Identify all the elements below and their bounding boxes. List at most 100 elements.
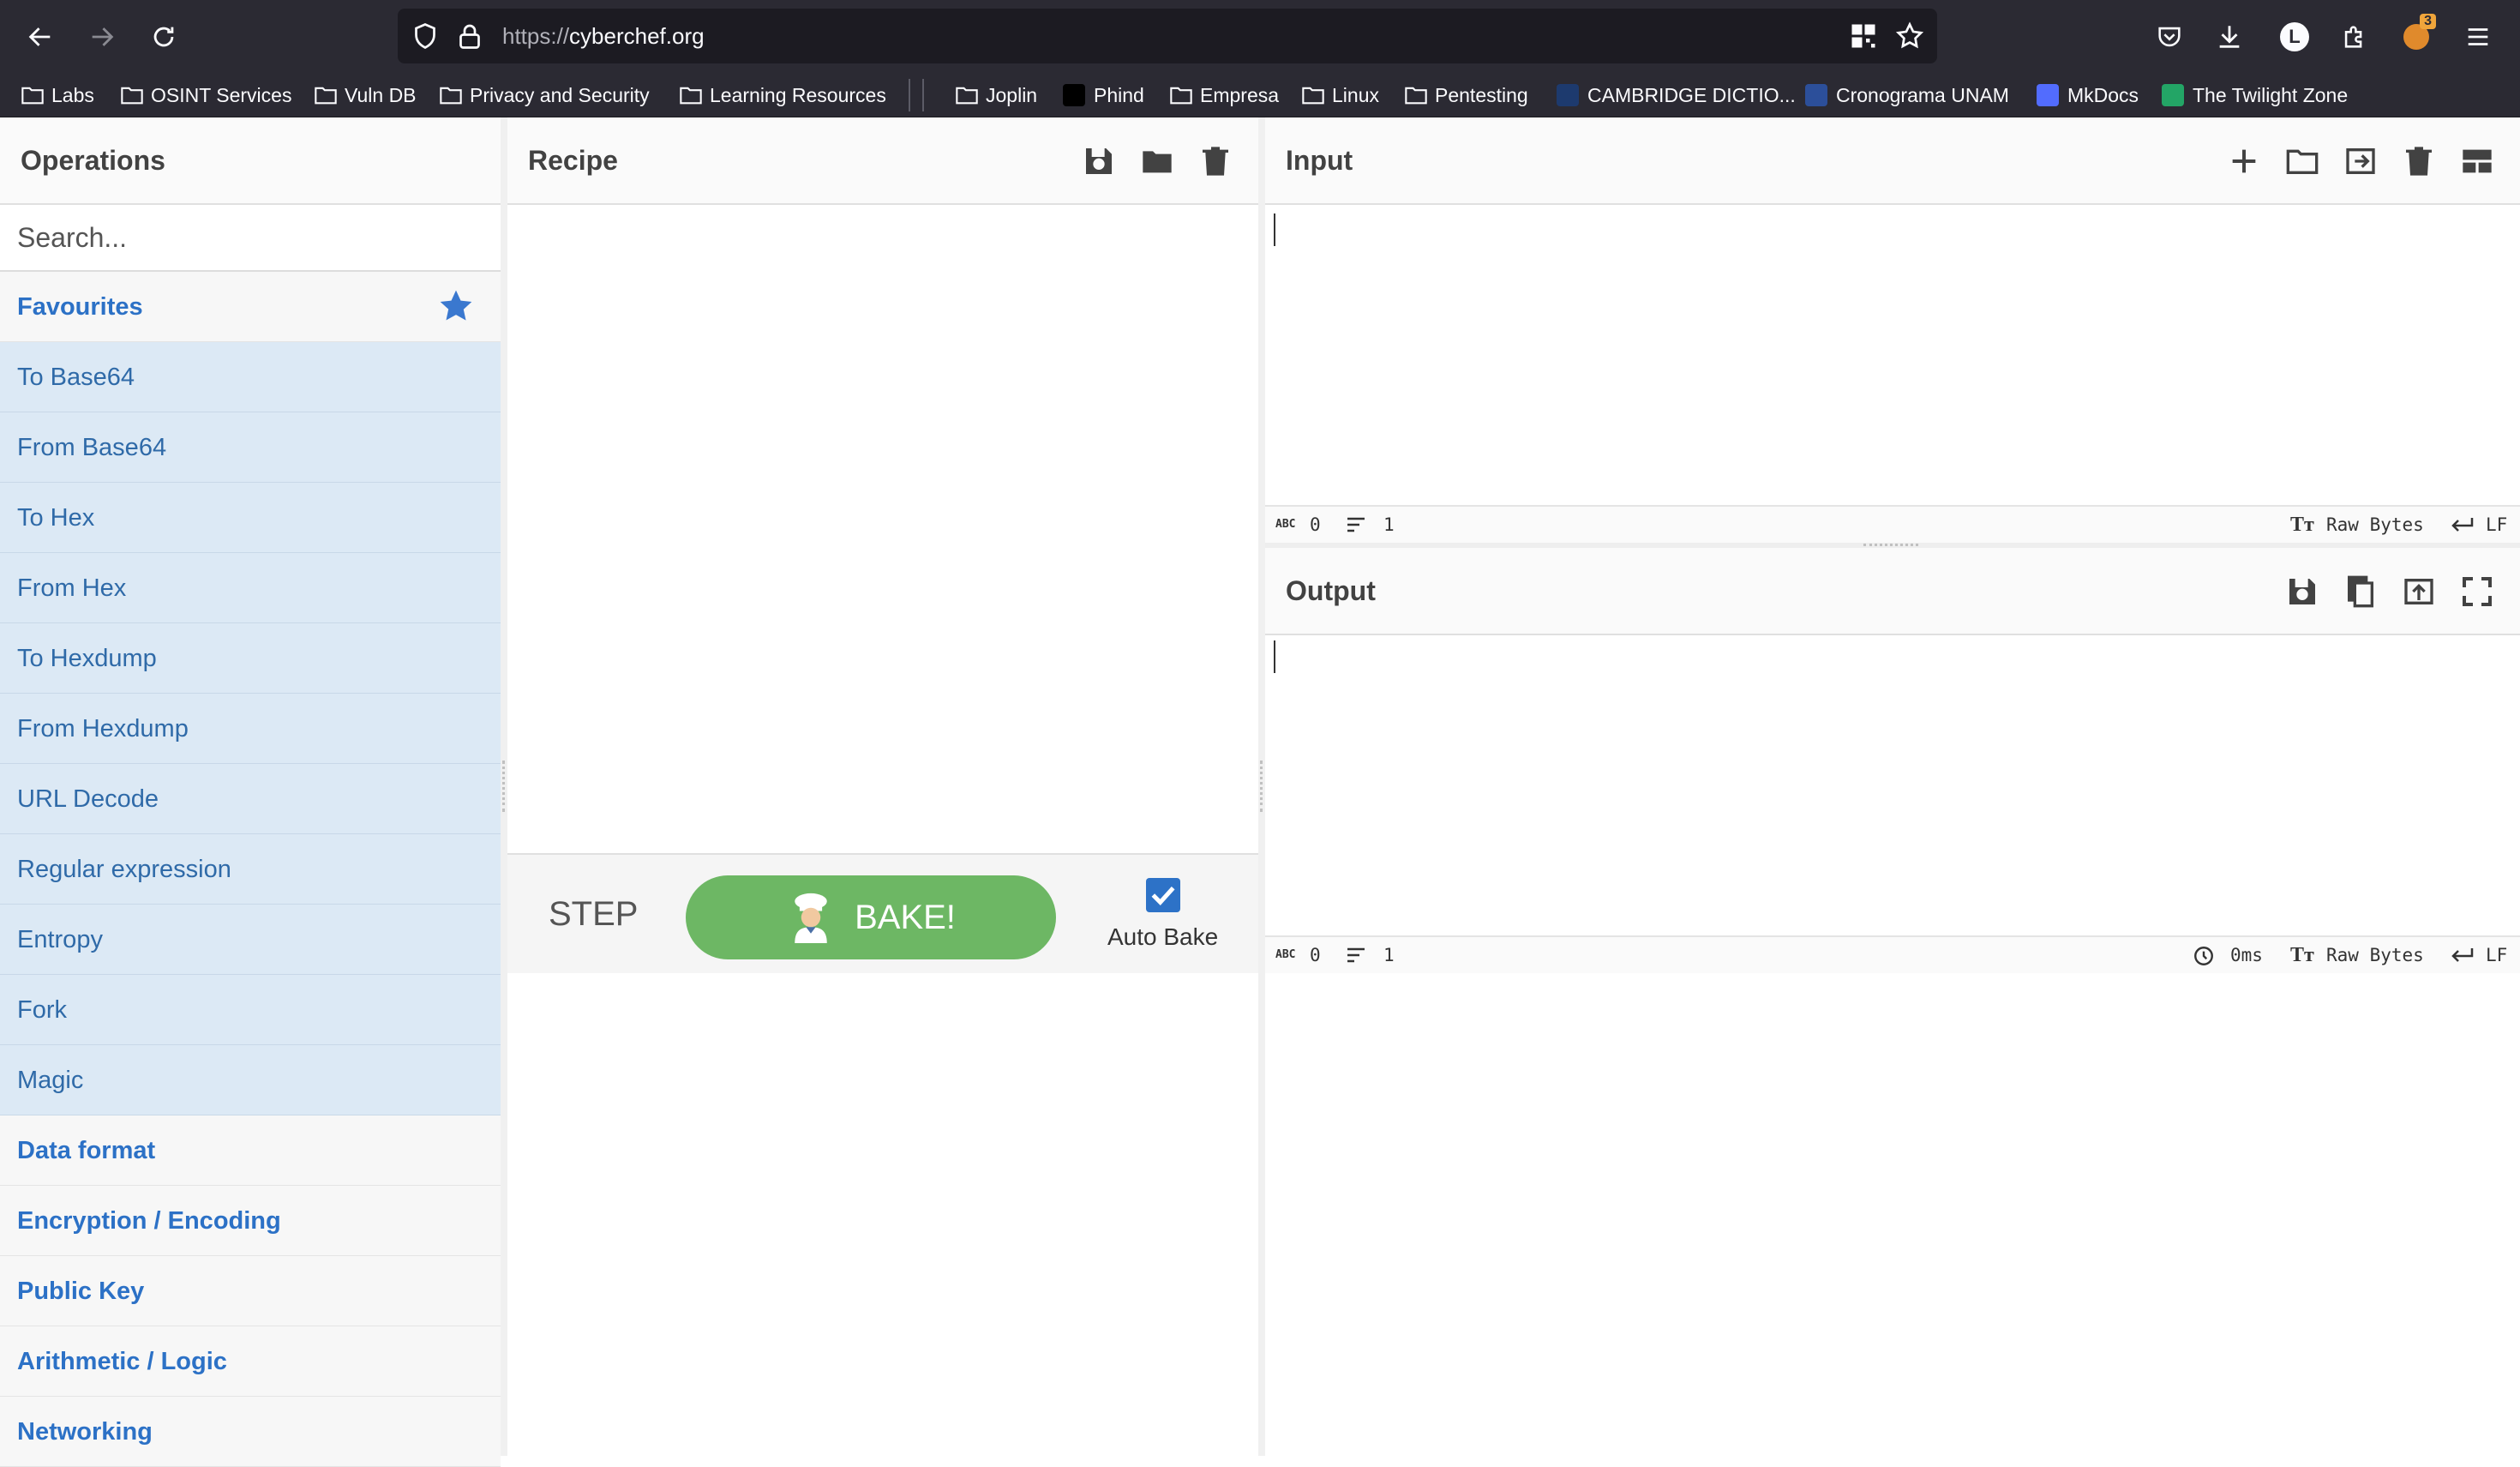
replace-input-with-output-button[interactable] <box>2402 574 2436 609</box>
forward-button[interactable] <box>81 15 123 58</box>
input-title: Input <box>1286 145 1353 176</box>
operation-category[interactable]: Arithmetic / Logic <box>0 1326 501 1397</box>
operation-label: Entropy <box>17 926 103 953</box>
category-favourites[interactable]: Favourites <box>0 272 501 342</box>
operation-category[interactable]: Data format <box>0 1115 501 1186</box>
downloads-button[interactable] <box>2208 15 2251 58</box>
abc-icon: ABC <box>1275 518 1296 531</box>
output-header: Output <box>1265 548 2520 635</box>
bake-button[interactable]: BAKE! <box>686 875 1056 959</box>
ops-recipe-divider[interactable] <box>501 117 507 1456</box>
bookmark-item[interactable]: OSINT Services <box>120 74 291 117</box>
operation-category[interactable]: Networking <box>0 1397 501 1467</box>
operation-category[interactable]: Public Key <box>0 1256 501 1326</box>
phind-favicon <box>1063 84 1085 106</box>
output-encoding[interactable]: Raw Bytes <box>2326 937 2424 973</box>
folder-icon <box>956 87 978 105</box>
bookmark-item[interactable]: Empresa <box>1169 74 1279 117</box>
bookmark-item[interactable]: Learning Resources <box>679 74 886 117</box>
account-initial: L <box>2289 26 2301 47</box>
save-recipe-button[interactable] <box>1082 144 1116 178</box>
clock-icon <box>2194 947 2213 965</box>
bookmark-item[interactable]: Joplin <box>955 74 1037 117</box>
url-scheme: https:// <box>502 23 570 49</box>
shield-icon[interactable] <box>410 21 441 51</box>
operation-item[interactable]: From Hex <box>0 553 501 623</box>
recipe-drop-area[interactable] <box>507 205 1258 855</box>
auto-bake-checkbox[interactable] <box>1146 878 1180 912</box>
operation-item[interactable]: Magic <box>0 1045 501 1115</box>
folder-icon <box>315 87 337 105</box>
app-menu-button[interactable] <box>2457 15 2499 58</box>
bookmark-item[interactable]: CAMBRIDGE DICTIO... <box>1557 74 1796 117</box>
category-label: Arithmetic / Logic <box>17 1348 227 1375</box>
operation-item[interactable]: Entropy <box>0 905 501 975</box>
open-input-folder-button[interactable] <box>2285 144 2319 178</box>
operation-category[interactable]: Encryption / Encoding <box>0 1186 501 1256</box>
copy-output-button[interactable] <box>2343 574 2378 609</box>
operation-item[interactable]: From Hexdump <box>0 694 501 764</box>
maximise-output-button[interactable] <box>2460 574 2494 609</box>
browser-toolbar: https://cyberchef.org L 3 <box>0 0 2520 74</box>
text-encoding-icon: Tт <box>2290 514 2314 536</box>
operation-label: To Base64 <box>17 364 135 391</box>
bookmark-item[interactable]: Pentesting <box>1404 74 1528 117</box>
reset-layout-button[interactable] <box>2460 144 2494 178</box>
operation-item[interactable]: Regular expression <box>0 834 501 905</box>
input-eol[interactable]: LF <box>2486 507 2507 543</box>
pocket-button[interactable] <box>2148 15 2191 58</box>
copy-icon <box>2348 575 2373 608</box>
extensions-button[interactable] <box>2333 15 2376 58</box>
output-text-area[interactable] <box>1265 635 2520 935</box>
open-input-file-button[interactable] <box>2343 144 2378 178</box>
star-icon[interactable] <box>437 287 475 325</box>
url-text[interactable]: https://cyberchef.org <box>502 9 705 63</box>
add-input-tab-button[interactable] <box>2227 144 2261 178</box>
bookmark-item[interactable]: Vuln DB <box>314 74 417 117</box>
account-button[interactable]: L <box>2273 15 2316 58</box>
puzzle-icon <box>2344 26 2362 48</box>
operation-item[interactable]: From Base64 <box>0 412 501 483</box>
bookmark-item[interactable]: The Twilight Zone <box>2162 74 2348 117</box>
clear-input-button[interactable] <box>2402 144 2436 178</box>
bookmark-star-icon[interactable] <box>1894 21 1925 51</box>
bookmark-item[interactable]: Phind <box>1063 74 1144 117</box>
bookmark-item[interactable]: MkDocs <box>2037 74 2139 117</box>
operation-item[interactable]: To Hexdump <box>0 623 501 694</box>
operations-search-input[interactable] <box>0 205 501 272</box>
auto-bake-label: Auto Bake <box>1107 923 1219 950</box>
bookmark-separator <box>922 79 924 111</box>
operation-item[interactable]: URL Decode <box>0 764 501 834</box>
lock-icon[interactable] <box>454 21 485 51</box>
input-file-icon <box>2346 148 2375 174</box>
folder-icon <box>1143 151 1172 173</box>
back-button[interactable] <box>19 15 62 58</box>
recipe-io-divider[interactable] <box>1258 117 1265 1456</box>
eol-icon <box>2451 948 2474 962</box>
clear-recipe-button[interactable] <box>1198 144 1233 178</box>
input-text-area[interactable] <box>1265 205 2520 505</box>
step-button[interactable]: STEP <box>549 855 638 973</box>
qr-code-icon[interactable] <box>1848 21 1879 51</box>
load-recipe-button[interactable] <box>1140 144 1174 178</box>
operation-label: From Hexdump <box>17 715 189 743</box>
bookmark-item[interactable]: Cronograma UNAM <box>1805 74 2009 117</box>
download-icon <box>2219 26 2240 48</box>
category-label: Favourites <box>17 293 143 321</box>
operation-item[interactable]: To Hex <box>0 483 501 553</box>
trash-icon <box>2406 147 2432 176</box>
bookmark-item[interactable]: Privacy and Security <box>439 74 650 117</box>
save-output-button[interactable] <box>2285 574 2319 609</box>
bookmark-label: Empresa <box>1200 83 1280 106</box>
address-bar[interactable]: https://cyberchef.org <box>398 9 1937 63</box>
output-eol[interactable]: LF <box>2486 937 2507 973</box>
bookmark-item[interactable]: Labs <box>21 74 94 117</box>
recipe-title: Recipe <box>528 145 618 176</box>
extension-badge-button[interactable]: 3 <box>2395 14 2438 58</box>
reload-button[interactable] <box>142 15 185 58</box>
operation-item[interactable]: Fork <box>0 975 501 1045</box>
input-encoding[interactable]: Raw Bytes <box>2326 507 2424 543</box>
plus-icon <box>2232 149 2256 173</box>
operation-item[interactable]: To Base64 <box>0 342 501 412</box>
bookmark-item[interactable]: Linux <box>1301 74 1379 117</box>
